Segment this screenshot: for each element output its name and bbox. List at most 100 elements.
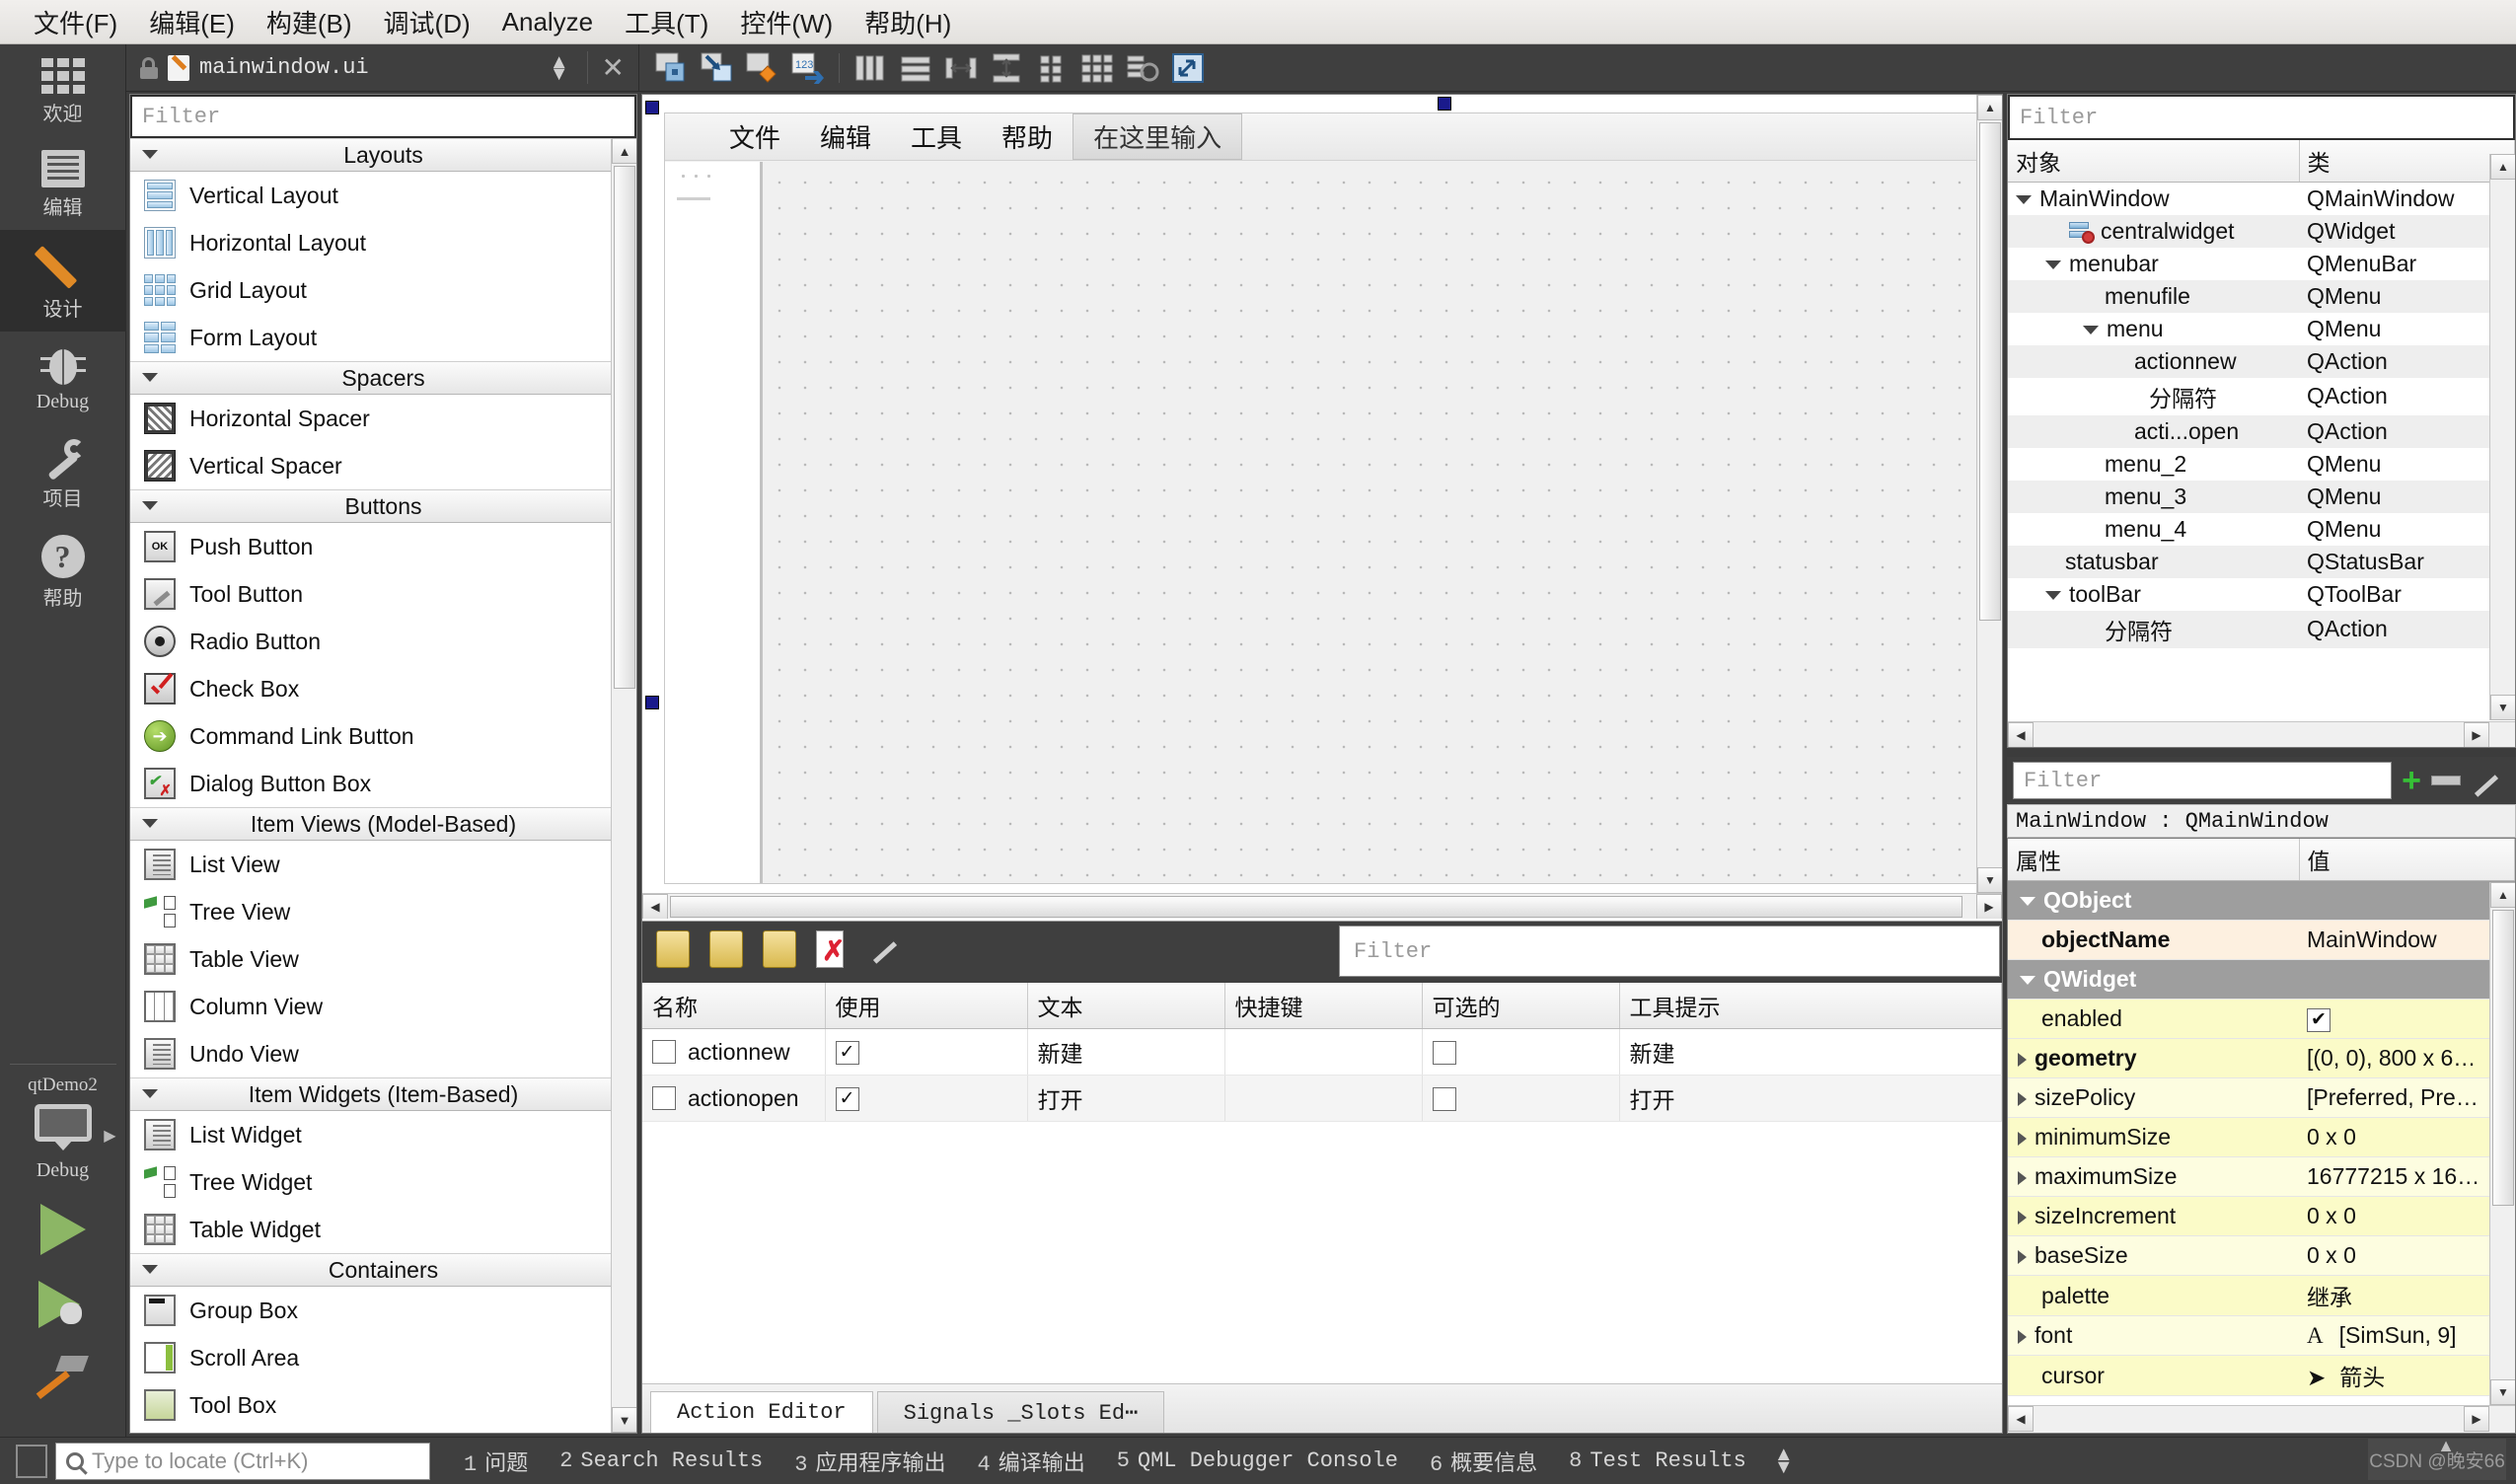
column-text[interactable]: 文本 [1027, 983, 1225, 1029]
column-property[interactable]: 属性 [2008, 839, 2300, 881]
action-shortcut-cell[interactable] [1224, 1028, 1423, 1076]
chevron-down-icon[interactable] [2083, 325, 2099, 334]
property-editor-scrollbar[interactable]: ▲ ▼ [2489, 882, 2515, 1405]
property-value[interactable]: ✔ [2299, 999, 2515, 1039]
tree-row[interactable]: statusbar QStatusBar [2008, 545, 2515, 578]
widget-item-tree-view[interactable]: Tree View [130, 888, 636, 935]
output-pane-test-results[interactable]: 8 Test Results [1553, 1448, 1762, 1473]
action-name-cell[interactable]: actionopen [642, 1075, 826, 1122]
object-inspector-scrollbar[interactable]: ▲ ▼ [2489, 154, 2515, 720]
locator-input[interactable]: Type to locate (Ctrl+K) [55, 1442, 430, 1480]
widget-group-buttons[interactable]: Buttons [130, 489, 636, 523]
widget-group-layouts[interactable]: Layouts [130, 138, 636, 172]
layout-form-icon[interactable] [1031, 48, 1073, 88]
tree-row[interactable]: menu QMenu [2008, 313, 2515, 345]
widget-item-list-widget[interactable]: List Widget [130, 1111, 636, 1158]
tree-row[interactable]: menubar QMenuBar [2008, 248, 2515, 280]
scroll-down-button[interactable]: ▼ [1977, 867, 2002, 893]
scroll-up-button[interactable]: ▲ [612, 138, 636, 164]
action-checkable-cell[interactable] [1422, 1075, 1620, 1122]
property-value[interactable]: 0 x 0 [2299, 1196, 2515, 1236]
scroll-thumb[interactable] [1979, 122, 2001, 621]
widget-item-command-link-button[interactable]: ➔ Command Link Button [130, 712, 636, 760]
scroll-right-button[interactable]: ▶ [1976, 894, 2002, 919]
scroll-left-button[interactable]: ◀ [2008, 722, 2034, 747]
layout-grid-icon[interactable] [1076, 48, 1118, 88]
checkable-checkbox[interactable] [1432, 1041, 1456, 1066]
widget-item-radio-button[interactable]: Radio Button [130, 618, 636, 665]
action-checkable-cell[interactable] [1422, 1028, 1620, 1076]
mode-welcome[interactable]: 欢迎 [0, 44, 126, 136]
property-row[interactable]: minimumSize 0 x 0 [2008, 1117, 2515, 1157]
column-tooltip[interactable]: 工具提示 [1619, 983, 2002, 1029]
resize-handle-top-left[interactable] [645, 101, 659, 114]
chevron-down-icon[interactable] [2020, 976, 2035, 986]
tab-signals-slots-editor[interactable]: Signals _Slots Ed⋯ [876, 1391, 1165, 1433]
property-value[interactable]: 16777215 x 16… [2299, 1156, 2515, 1197]
chevron-down-icon[interactable] [2045, 590, 2061, 600]
property-row[interactable]: cursor ➤ 箭头 [2008, 1355, 2515, 1396]
action-editor-filter[interactable]: Filter [1339, 926, 2000, 977]
tree-row[interactable]: menu_2 QMenu [2008, 448, 2515, 481]
toolbar-grip-icon[interactable] [677, 170, 716, 184]
action-used-cell[interactable]: ✓ [825, 1075, 1028, 1122]
form-vertical-scrollbar[interactable]: ▲ ▼ [1976, 95, 2002, 893]
used-checkbox[interactable]: ✓ [835, 1041, 859, 1066]
property-value[interactable]: MainWindow [2299, 920, 2515, 960]
run-button[interactable] [0, 1192, 126, 1267]
property-row[interactable]: font A [SimSun, 9] [2008, 1315, 2515, 1356]
property-group-row[interactable]: QWidget [2008, 959, 2515, 1000]
widget-item-undo-view[interactable]: Undo View [130, 1030, 636, 1077]
property-name[interactable]: enabled [2008, 999, 2299, 1039]
property-group-row[interactable]: QObject [2008, 880, 2515, 921]
property-row[interactable]: enabled ✔ [2008, 999, 2515, 1039]
checkable-checkbox[interactable] [1432, 1087, 1456, 1112]
chevron-right-icon[interactable] [2018, 1210, 2027, 1224]
document-updown-icon[interactable]: ▲ ▼ [550, 52, 577, 84]
action-name-cell[interactable]: actionnew [642, 1028, 826, 1076]
property-value[interactable]: ➤ 箭头 [2299, 1355, 2515, 1396]
object-inspector-filter[interactable]: Filter [2008, 95, 2515, 140]
widget-box-list[interactable]: Layouts Vertical Layout Horizontal Layou… [130, 138, 636, 1433]
output-pane-issues[interactable]: 1 问题 [448, 1446, 544, 1477]
form-canvas[interactable]: 文件 编辑 工具 帮助 在这里输入 ▲ ▼ ◀ ▶ [642, 95, 2002, 919]
widget-item-group-box[interactable]: Group Box [130, 1287, 636, 1334]
delete-action-icon[interactable] [816, 930, 855, 974]
chevron-down-icon[interactable] [2045, 260, 2061, 269]
used-checkbox[interactable]: ✓ [835, 1087, 859, 1112]
table-row[interactable]: actionopen ✓ 打开 打开 [642, 1075, 2002, 1122]
widget-group-item-widgets[interactable]: Item Widgets (Item-Based) [130, 1077, 636, 1111]
tree-row[interactable]: menu_4 QMenu [2008, 513, 2515, 546]
property-row[interactable]: sizePolicy [Preferred, Pre… [2008, 1077, 2515, 1118]
property-name[interactable]: cursor [2008, 1355, 2299, 1396]
build-button[interactable] [0, 1342, 126, 1413]
chevron-right-icon[interactable] [2018, 1329, 2027, 1344]
widget-item-push-button[interactable]: OK Push Button [130, 523, 636, 570]
property-row[interactable]: sizeIncrement 0 x 0 [2008, 1196, 2515, 1236]
widget-item-vertical-layout[interactable]: Vertical Layout [130, 172, 636, 219]
column-class[interactable]: 类 [2299, 140, 2515, 183]
add-property-button[interactable]: + [2402, 764, 2421, 797]
edit-signals-slots-icon[interactable] [697, 48, 738, 88]
widget-item-list-view[interactable]: List View [130, 841, 636, 888]
remove-property-button[interactable] [2431, 776, 2461, 785]
menu-item-build[interactable]: 构建(B) [251, 2, 368, 42]
tree-row[interactable]: menu_3 QMenu [2008, 480, 2515, 513]
copy-action-icon[interactable] [709, 930, 749, 974]
open-file-name[interactable]: mainwindow.ui [199, 55, 540, 80]
designed-main-window[interactable]: 文件 编辑 工具 帮助 在这里输入 [664, 112, 1978, 884]
chevron-right-icon[interactable] [2018, 1052, 2027, 1067]
scroll-up-button[interactable]: ▲ [2490, 154, 2515, 180]
widget-item-tool-box[interactable]: Tool Box [130, 1381, 636, 1429]
mode-edit[interactable]: 编辑 [0, 136, 126, 230]
object-inspector-hscrollbar[interactable]: ◀ ▶ [2008, 721, 2515, 747]
resize-handle-bottom-left[interactable] [645, 696, 659, 709]
widget-item-column-view[interactable]: Column View [130, 983, 636, 1030]
scroll-thumb[interactable] [614, 166, 635, 689]
kit-selector[interactable]: qtDemo2 ▶ Debug [0, 1075, 126, 1192]
property-value[interactable]: 0 x 0 [2299, 1235, 2515, 1276]
scroll-up-button[interactable]: ▲ [2490, 882, 2515, 908]
tree-row[interactable]: acti...open QAction [2008, 414, 2515, 448]
widget-item-dialog-button-box[interactable]: ✔ ✗ Dialog Button Box [130, 760, 636, 807]
action-shortcut-cell[interactable] [1224, 1075, 1423, 1122]
